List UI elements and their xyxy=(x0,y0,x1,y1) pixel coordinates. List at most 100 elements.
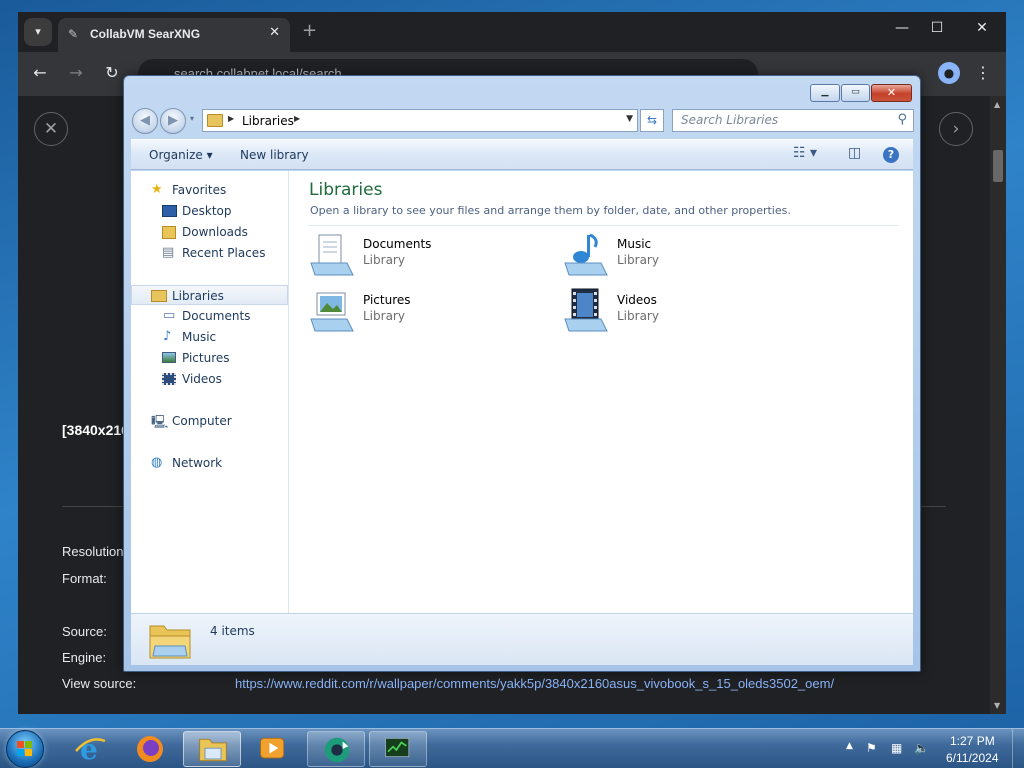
tab-search-button[interactable]: ▾ xyxy=(24,18,52,46)
nav-videos[interactable]: Videos xyxy=(131,369,288,389)
document-icon: ▭ xyxy=(163,308,176,323)
nav-label: Pictures xyxy=(182,351,230,365)
view-source-link[interactable]: https://www.reddit.com/r/wallpaper/comme… xyxy=(235,676,834,691)
browser-maximize-button[interactable]: ☐ xyxy=(927,20,947,36)
taskbar-task-manager[interactable] xyxy=(369,731,427,767)
item-count: 4 items xyxy=(210,624,255,638)
profile-avatar-icon[interactable]: ● xyxy=(938,62,960,84)
nav-music[interactable]: ♪ Music xyxy=(131,327,288,347)
nav-pictures[interactable]: Pictures xyxy=(131,348,288,368)
search-libraries-input[interactable]: Search Libraries ⚲ xyxy=(672,109,914,132)
nav-favorites[interactable]: ★ Favorites xyxy=(131,180,288,200)
desktop-icon xyxy=(162,205,177,217)
library-kind: Library xyxy=(363,309,405,323)
videos-icon xyxy=(162,373,176,385)
new-library-button[interactable]: New library xyxy=(240,148,309,162)
organize-button[interactable]: Organize ▾ xyxy=(149,148,213,162)
browser-menu-icon[interactable]: ⋮ xyxy=(972,63,994,82)
scroll-up-icon[interactable]: ▲ xyxy=(994,100,1000,109)
tab-close-icon[interactable]: ✕ xyxy=(269,25,280,40)
nav-recent-places[interactable]: ▤ Recent Places xyxy=(131,243,288,263)
nav-label: Favorites xyxy=(172,183,227,197)
library-kind: Library xyxy=(363,253,405,267)
nav-label: Documents xyxy=(182,309,251,323)
page-scrollbar[interactable]: ▲ ▼ xyxy=(990,96,1006,714)
breadcrumb-libraries[interactable]: Libraries xyxy=(242,114,294,128)
reload-icon[interactable]: ↻ xyxy=(101,63,123,82)
change-view-icon[interactable]: ☷ ▾ xyxy=(793,145,817,161)
nav-downloads[interactable]: Downloads xyxy=(131,222,288,242)
taskbar-internet-explorer[interactable]: e xyxy=(61,731,119,767)
back-icon[interactable]: ← xyxy=(29,63,51,82)
breadcrumb-chevron-icon[interactable]: ▶ xyxy=(294,114,300,123)
forward-icon[interactable]: → xyxy=(65,63,87,82)
scroll-down-icon[interactable]: ▼ xyxy=(994,701,1000,710)
nav-libraries[interactable]: Libraries xyxy=(131,285,288,305)
address-dropdown-icon[interactable]: ▼ xyxy=(626,114,633,124)
next-image-icon[interactable]: › xyxy=(939,112,973,146)
image-title: [3840x216 xyxy=(62,422,129,438)
library-name: Music xyxy=(617,237,652,251)
close-button[interactable]: ✕ xyxy=(871,84,912,102)
svg-text:e: e xyxy=(80,733,98,766)
nav-label: Libraries xyxy=(172,289,224,303)
divider xyxy=(308,225,899,226)
network-icon: ◍ xyxy=(151,455,163,470)
taskbar-media-player[interactable] xyxy=(245,731,303,767)
preview-pane-icon[interactable]: ◫ xyxy=(848,145,861,161)
command-bar: Organize ▾ New library ☷ ▾ ◫ ? xyxy=(131,139,913,170)
action-center-flag-icon[interactable]: ⚑ xyxy=(866,741,877,755)
explorer-address-bar[interactable]: ▶ Libraries ▶ ▼ xyxy=(202,109,638,132)
refresh-icon[interactable]: ⇆ xyxy=(640,109,664,132)
library-videos[interactable]: Videos Library xyxy=(563,287,793,339)
close-preview-icon[interactable]: ✕ xyxy=(34,112,68,146)
library-documents[interactable]: Documents Library xyxy=(309,231,539,283)
taskbar-windows-explorer[interactable] xyxy=(183,731,241,767)
library-name: Videos xyxy=(617,293,657,307)
tab-collabvm-searxng[interactable]: ✎ CollabVM SearXNG ✕ xyxy=(58,18,290,52)
library-name: Documents xyxy=(363,237,432,251)
search-icon[interactable]: ⚲ xyxy=(897,112,907,127)
libraries-folder-icon xyxy=(151,290,167,302)
taskbar-firefox[interactable] xyxy=(121,731,179,767)
forward-button[interactable]: ▶ xyxy=(160,108,186,134)
explorer-folder-icon xyxy=(199,738,227,762)
breadcrumb-chevron-icon[interactable]: ▶ xyxy=(228,114,234,123)
nav-computer[interactable]: 🖳 Computer xyxy=(131,411,288,431)
page-title: Libraries xyxy=(309,180,383,200)
volume-muted-icon[interactable]: 🔈 xyxy=(914,741,929,755)
computer-icon: 🖳 xyxy=(151,415,169,430)
nav-documents[interactable]: ▭ Documents xyxy=(131,306,288,326)
navigation-pane: ★ Favorites Desktop Downloads ▤ Recent P… xyxy=(131,171,289,613)
taskbar-browser[interactable] xyxy=(307,731,365,767)
scroll-thumb[interactable] xyxy=(993,150,1003,182)
network-status-icon[interactable]: ▦ xyxy=(891,741,902,755)
library-pictures[interactable]: Pictures Library xyxy=(309,287,539,339)
explorer-body: ★ Favorites Desktop Downloads ▤ Recent P… xyxy=(131,171,913,613)
maximize-button[interactable]: ▭ xyxy=(841,84,870,102)
browser-minimize-button[interactable]: — xyxy=(892,20,912,36)
start-button[interactable] xyxy=(6,730,44,768)
library-music[interactable]: Music Library xyxy=(563,231,793,283)
engine-label: Engine: xyxy=(62,650,107,665)
tab-title: CollabVM SearXNG xyxy=(90,27,201,41)
nav-network[interactable]: ◍ Network xyxy=(131,453,288,473)
browser-close-button[interactable]: ✕ xyxy=(972,20,992,36)
recent-pages-dropdown-icon[interactable]: ▾ xyxy=(190,114,194,123)
show-desktop-button[interactable] xyxy=(1012,729,1024,768)
show-hidden-icons-icon[interactable]: ▲ xyxy=(846,741,853,751)
minimize-button[interactable]: ▁ xyxy=(810,84,840,102)
media-player-icon xyxy=(260,737,285,759)
clock-time[interactable]: 1:27 PM xyxy=(950,734,995,748)
view-source-label: View source: xyxy=(62,676,137,691)
nav-desktop[interactable]: Desktop xyxy=(131,201,288,221)
clock-date[interactable]: 6/11/2024 xyxy=(946,751,999,765)
searxng-favicon-icon: ✎ xyxy=(68,27,79,41)
back-button[interactable]: ◀ xyxy=(132,108,158,134)
documents-library-icon xyxy=(310,234,354,276)
pictures-library-icon xyxy=(310,292,354,332)
new-tab-button[interactable]: + xyxy=(302,20,317,41)
star-icon: ★ xyxy=(151,182,163,197)
help-icon[interactable]: ? xyxy=(883,147,899,163)
library-kind: Library xyxy=(617,253,659,267)
